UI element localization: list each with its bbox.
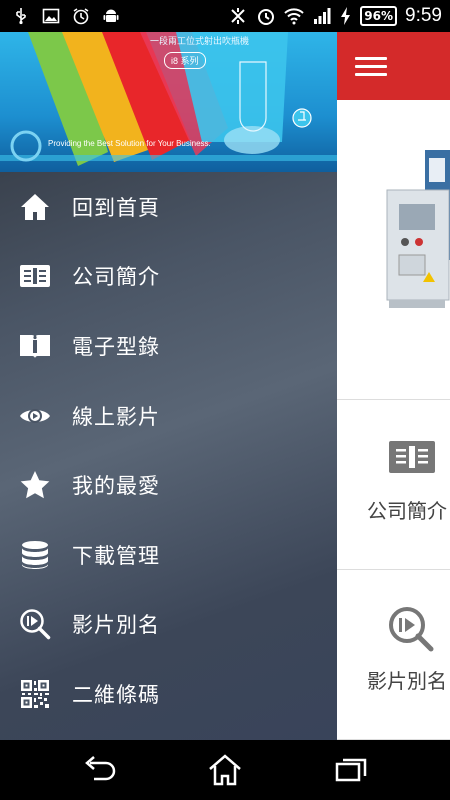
menu-item-catalog[interactable]: 電子型錄 [0, 311, 337, 381]
menu-item-label: 回到首頁 [72, 195, 160, 220]
menu-item-label: 影片別名 [72, 613, 160, 638]
video-search-icon [18, 607, 52, 641]
qr-code-icon [18, 677, 52, 711]
drawer-banner: 一段兩工位式射出吹瓶機 i8 系列 Providing the Best Sol… [0, 32, 337, 172]
usb-icon [12, 7, 30, 25]
star-icon [18, 468, 52, 502]
banner-series: i8 系列 [164, 52, 206, 69]
battery-level: 96% [360, 6, 398, 26]
wifi-icon [284, 6, 304, 26]
menu-item-favorites[interactable]: 我的最愛 [0, 450, 337, 520]
status-time: 9:59 [405, 5, 442, 26]
main-content: 公司簡介 影片別名 [337, 32, 450, 740]
database-icon [18, 538, 52, 572]
mute-icon [228, 6, 248, 26]
signal-icon [312, 6, 332, 26]
product-image[interactable] [337, 100, 450, 400]
video-search-icon [387, 605, 437, 652]
menu-item-company-info[interactable]: 公司簡介 [0, 242, 337, 312]
back-button[interactable] [82, 754, 118, 786]
eye-video-icon [18, 399, 52, 433]
menu-item-home[interactable]: 回到首頁 [0, 172, 337, 242]
android-icon [102, 7, 120, 25]
charging-icon [340, 6, 352, 26]
menu-item-label: 公司簡介 [72, 265, 160, 290]
menu-item-label: 二維條碼 [72, 682, 160, 707]
menu-hamburger-icon[interactable] [355, 52, 387, 81]
banner-headline: 一段兩工位式射出吹瓶機 [150, 37, 250, 47]
company-info-icon [18, 259, 52, 293]
alarm-clock-icon [256, 6, 276, 26]
home-nav-button[interactable] [207, 754, 243, 786]
alarm-icon [72, 7, 90, 25]
company-info-icon [387, 435, 437, 479]
navigation-drawer: 一段兩工位式射出吹瓶機 i8 系列 Providing the Best Sol… [0, 32, 337, 740]
recent-apps-button[interactable] [333, 754, 369, 786]
image-icon [42, 7, 60, 25]
menu-item-label: 電子型錄 [72, 334, 160, 359]
card-company-info[interactable]: 公司簡介 [337, 400, 450, 570]
app-toolbar [337, 32, 450, 100]
card-label: 公司簡介 [367, 499, 447, 523]
menu-item-label: 下載管理 [72, 543, 160, 568]
card-label: 影片別名 [367, 669, 447, 693]
menu-item-qr-code[interactable]: 二維條碼 [0, 659, 337, 729]
banner-tagline: Providing the Best Solution for Your Bus… [48, 139, 211, 148]
catalog-book-icon [18, 329, 52, 363]
home-icon [18, 190, 52, 224]
system-nav-bar [0, 740, 450, 800]
menu-item-video-alias[interactable]: 影片別名 [0, 590, 337, 660]
card-video-alias[interactable]: 影片別名 [337, 570, 450, 740]
menu-item-downloads[interactable]: 下載管理 [0, 520, 337, 590]
menu-item-label: 線上影片 [72, 404, 160, 429]
menu-item-label: 我的最愛 [72, 474, 160, 499]
menu-item-online-video[interactable]: 線上影片 [0, 381, 337, 451]
status-bar: 96% 9:59 [0, 0, 450, 32]
drawer-menu: 回到首頁 公司簡介 電子型錄 線上影片 我的最愛 下載管理 影片別名 二維條碼 [0, 172, 337, 729]
